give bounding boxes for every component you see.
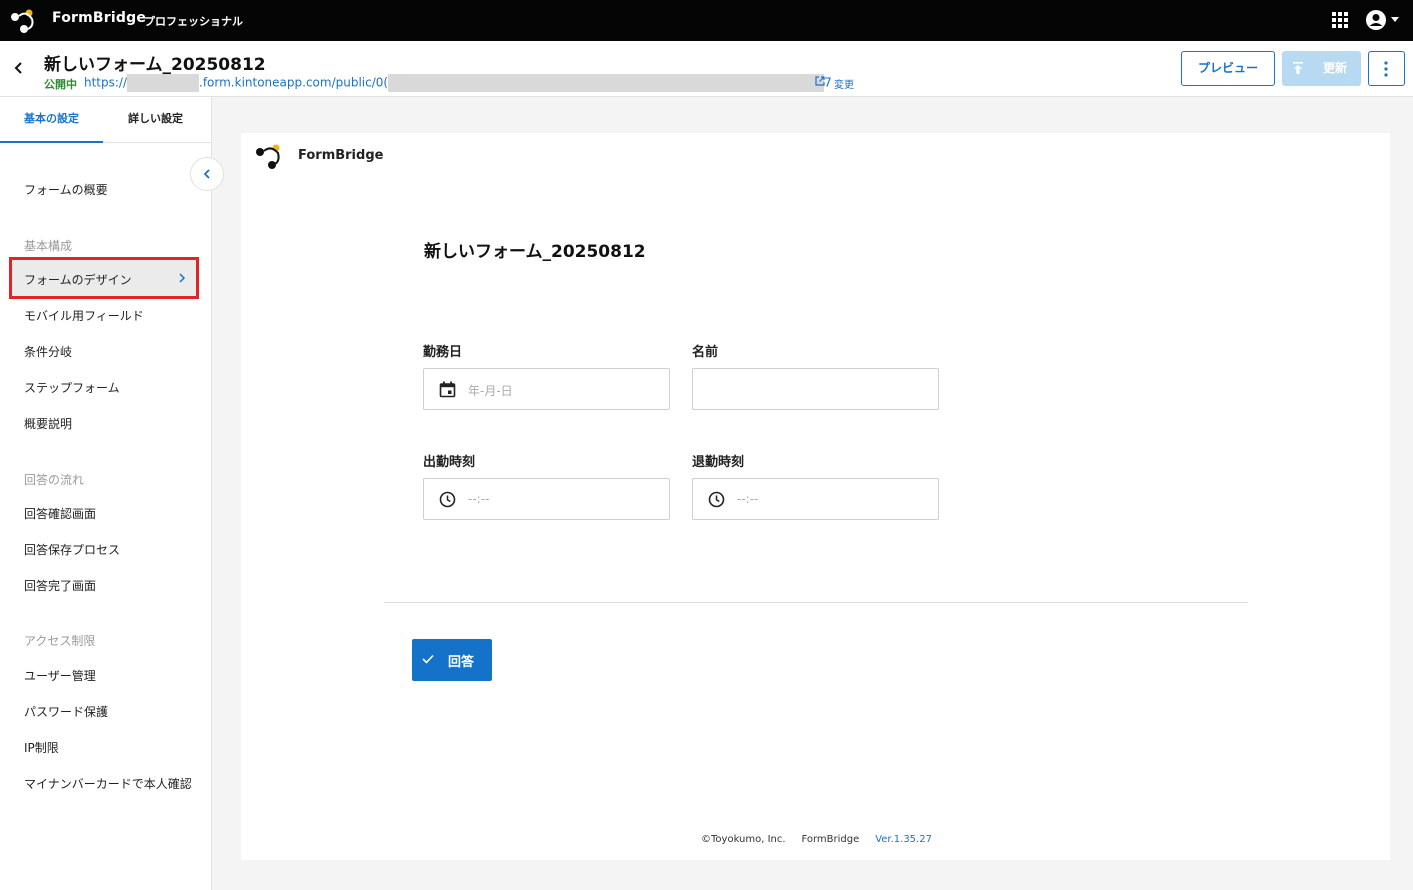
app-grid-icon[interactable] (1331, 11, 1349, 29)
top-bar: FormBridge プロフェッショナル (0, 0, 1413, 41)
upload-icon (1293, 62, 1303, 74)
sidebar-item-step-form[interactable]: ステップフォーム (24, 379, 120, 396)
app-brand: FormBridge (52, 10, 147, 26)
tab-basic-settings[interactable]: 基本の設定 (0, 97, 103, 143)
sidebar-item-ip-restriction[interactable]: IP制限 (24, 739, 59, 756)
preview-brand: FormBridge (298, 148, 384, 163)
public-url-link[interactable]: https://.form.kintoneapp.com/public/0(7 (84, 74, 832, 92)
back-arrow-icon[interactable] (10, 59, 28, 77)
publish-status-badge: 公開中 (44, 78, 77, 91)
submit-button-label: 回答 (448, 655, 475, 670)
sidebar-item-user-management[interactable]: ユーザー管理 (24, 667, 96, 684)
account-dropdown-caret-icon[interactable] (1391, 17, 1399, 22)
account-icon[interactable] (1365, 9, 1387, 31)
form-title: 新しいフォーム_20250812 (44, 55, 266, 75)
sidebar-item-password[interactable]: パスワード保護 (24, 703, 108, 720)
plan-label: プロフェッショナル (144, 15, 243, 28)
sidebar-item-form-design[interactable]: フォームのデザイン (9, 257, 199, 299)
preview-footer: ©Toyokumo, Inc. FormBridge Ver.1.35.27 (701, 834, 932, 845)
more-vertical-icon (1384, 61, 1388, 77)
form-header: 新しいフォーム_20250812 公開中 https://.form.kinto… (0, 41, 1413, 97)
tab-advanced-settings[interactable]: 詳しい設定 (104, 97, 207, 143)
chevron-left-icon (203, 169, 210, 179)
sidebar-item-confirm-screen[interactable]: 回答確認画面 (24, 505, 96, 522)
sidebar-section-basic: 基本構成 (24, 239, 73, 253)
preview-form-title: 新しいフォーム_20250812 (424, 242, 646, 262)
external-link-icon[interactable] (814, 75, 826, 87)
field-label-name: 名前 (692, 345, 719, 360)
clock-icon (708, 491, 725, 508)
name-input[interactable] (692, 368, 939, 410)
more-options-button[interactable] (1368, 51, 1405, 86)
clock-out-placeholder: --:-- (737, 492, 759, 506)
work-date-input[interactable]: 年-月-日 (423, 368, 670, 410)
field-label-work-date: 勤務日 (423, 345, 463, 360)
settings-tabs: 基本の設定 詳しい設定 (0, 97, 211, 143)
update-button[interactable]: 更新 (1282, 51, 1361, 86)
footer-product: FormBridge (801, 834, 860, 845)
clock-in-placeholder: --:-- (468, 492, 490, 506)
form-preview-card: FormBridge 新しいフォーム_20250812 勤務日 年-月-日 名前… (241, 133, 1390, 860)
sidebar-item-complete-screen[interactable]: 回答完了画面 (24, 577, 96, 594)
update-button-label: 更新 (1323, 61, 1348, 75)
redacted-block (388, 74, 825, 92)
check-icon (422, 654, 434, 664)
change-url-link[interactable]: 変更 (834, 76, 854, 91)
redacted-block (127, 74, 200, 92)
sidebar-item-summary[interactable]: 概要説明 (24, 415, 72, 432)
work-date-placeholder: 年-月-日 (468, 384, 513, 398)
chevron-right-icon (179, 273, 186, 283)
clock-icon (439, 491, 456, 508)
field-label-clock-out: 退勤時刻 (692, 455, 745, 470)
sidebar-item-label: フォームのデザイン (24, 273, 132, 287)
clock-in-input[interactable]: --:-- (423, 478, 670, 520)
formbridge-logo-icon[interactable] (10, 7, 38, 35)
preview-button[interactable]: プレビュー (1181, 51, 1275, 86)
clock-out-input[interactable]: --:-- (692, 478, 939, 520)
field-label-clock-in: 出勤時刻 (423, 455, 476, 470)
sidebar-item-mynumber[interactable]: マイナンバーカードで本人確認 (24, 775, 192, 793)
sidebar-item-conditional-branch[interactable]: 条件分岐 (24, 343, 72, 360)
sidebar-section-flow: 回答の流れ (24, 473, 85, 487)
sidebar-item-save-process[interactable]: 回答保存プロセス (24, 541, 120, 558)
sidebar-section-access: アクセス制限 (24, 634, 96, 648)
footer-version: Ver.1.35.27 (875, 834, 932, 845)
collapse-sidebar-button[interactable] (190, 157, 224, 191)
formbridge-logo-icon (256, 144, 280, 169)
settings-sidebar: 基本の設定 詳しい設定 フォームの概要 基本構成 フォームのデザイン モバイル用… (0, 97, 212, 890)
form-divider (384, 602, 1248, 603)
submit-button[interactable]: 回答 (412, 639, 492, 681)
footer-copyright: ©Toyokumo, Inc. (701, 834, 786, 845)
calendar-icon (439, 381, 456, 398)
sidebar-item-form-overview[interactable]: フォームの概要 (24, 181, 108, 198)
sidebar-item-mobile-fields[interactable]: モバイル用フィールド (24, 307, 144, 324)
